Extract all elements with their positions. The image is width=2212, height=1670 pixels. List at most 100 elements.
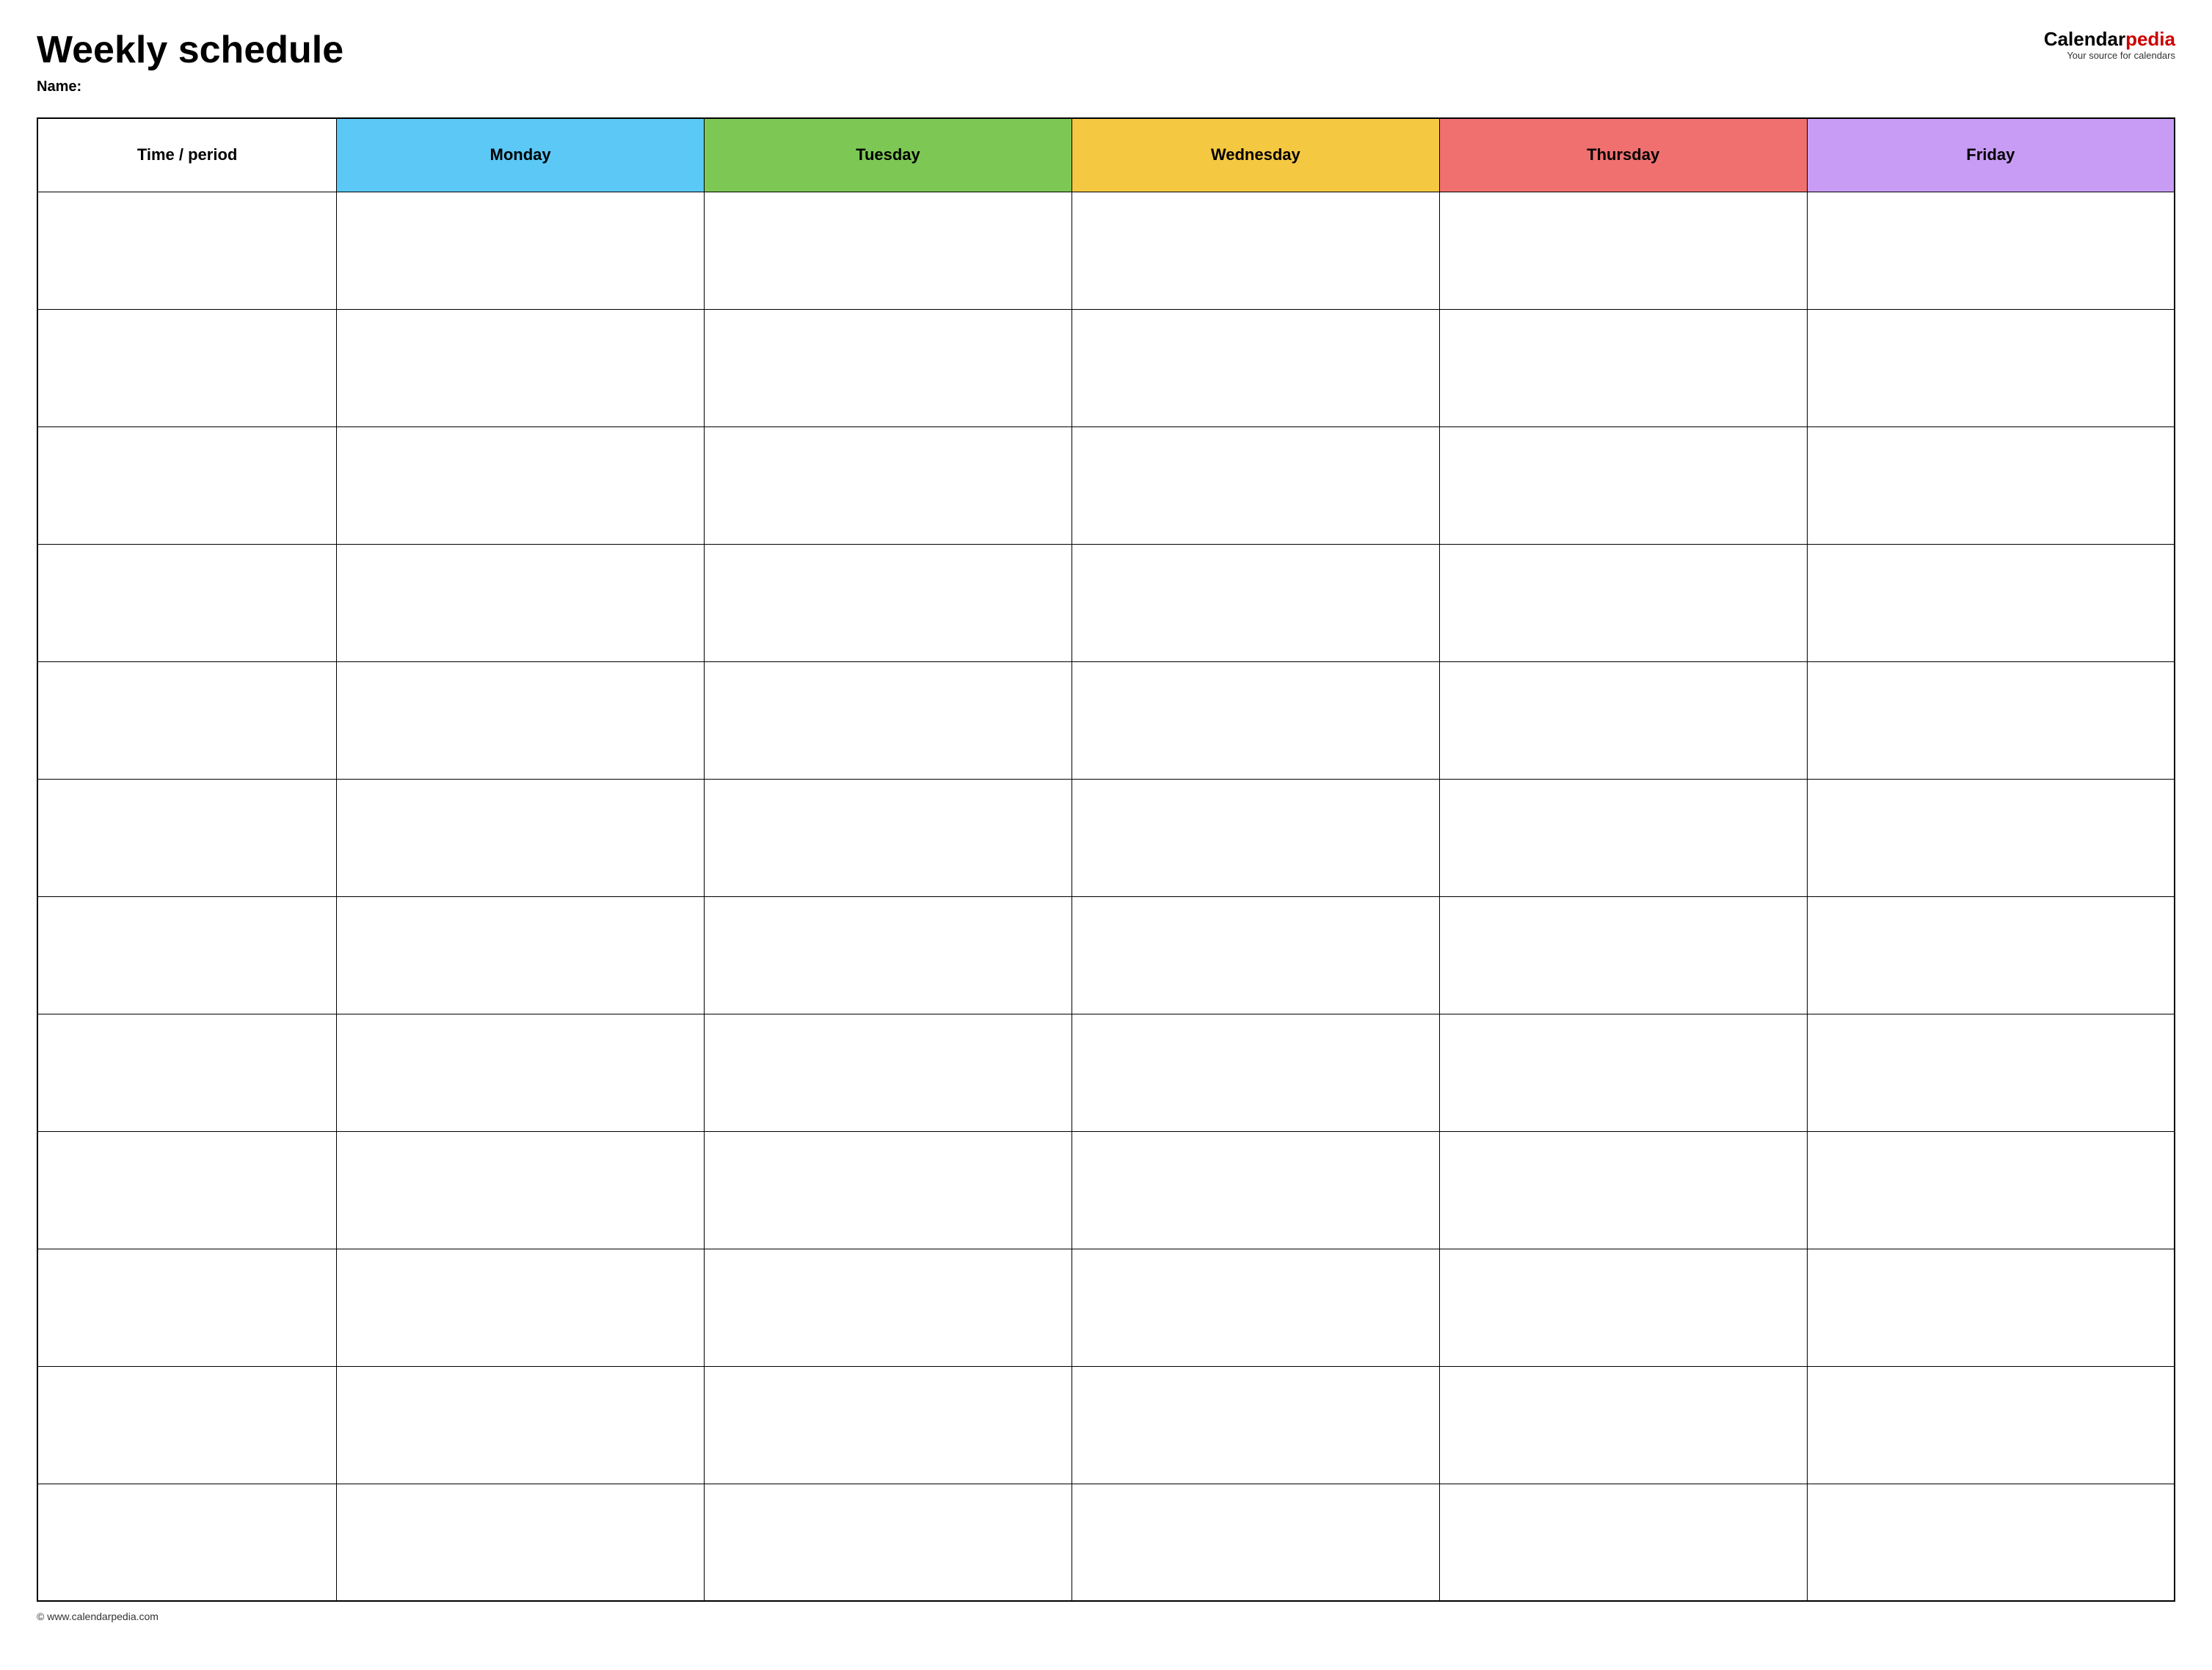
table-cell[interactable] [37, 1366, 337, 1484]
table-cell[interactable] [1807, 1014, 2175, 1131]
table-row [37, 1131, 2175, 1249]
table-cell[interactable] [705, 1014, 1072, 1131]
table-cell[interactable] [705, 309, 1072, 426]
table-cell[interactable] [337, 544, 705, 661]
title-section: Weekly schedule Name: [37, 29, 343, 95]
table-row [37, 1484, 2175, 1601]
table-cell[interactable] [705, 1484, 1072, 1601]
table-cell[interactable] [1072, 192, 1439, 309]
table-cell[interactable] [337, 1249, 705, 1366]
table-row [37, 1249, 2175, 1366]
table-cell[interactable] [705, 779, 1072, 896]
table-cell[interactable] [705, 1366, 1072, 1484]
table-cell[interactable] [1439, 1366, 1807, 1484]
table-cell[interactable] [37, 426, 337, 544]
table-cell[interactable] [337, 1366, 705, 1484]
name-label: Name: [37, 79, 343, 95]
page-title: Weekly schedule [37, 29, 343, 71]
table-row [37, 1366, 2175, 1484]
table-cell[interactable] [1807, 1249, 2175, 1366]
table-cell[interactable] [37, 192, 337, 309]
logo-pedia-part: pedia [2125, 28, 2175, 50]
table-cell[interactable] [705, 1131, 1072, 1249]
table-cell[interactable] [1072, 1249, 1439, 1366]
table-cell[interactable] [337, 426, 705, 544]
table-cell[interactable] [1072, 1014, 1439, 1131]
table-cell[interactable] [1807, 661, 2175, 779]
table-cell[interactable] [1439, 544, 1807, 661]
table-cell[interactable] [1807, 896, 2175, 1014]
table-row [37, 426, 2175, 544]
table-cell[interactable] [1439, 1249, 1807, 1366]
table-row [37, 309, 2175, 426]
table-cell[interactable] [37, 1131, 337, 1249]
table-cell[interactable] [1439, 1014, 1807, 1131]
table-cell[interactable] [37, 896, 337, 1014]
table-cell[interactable] [1072, 661, 1439, 779]
table-cell[interactable] [1807, 192, 2175, 309]
logo-text: Calendarpedia [2044, 29, 2175, 48]
header-area: Weekly schedule Name: Calendarpedia Your… [37, 29, 2175, 95]
table-cell[interactable] [337, 1484, 705, 1601]
table-cell[interactable] [1072, 779, 1439, 896]
table-cell[interactable] [1807, 309, 2175, 426]
table-cell[interactable] [1807, 1131, 2175, 1249]
table-cell[interactable] [337, 779, 705, 896]
table-row [37, 192, 2175, 309]
logo-calendar-part: Calendar [2044, 28, 2125, 50]
schedule-table: Time / period Monday Tuesday Wednesday T… [37, 117, 2175, 1602]
table-cell[interactable] [1439, 896, 1807, 1014]
table-cell[interactable] [1072, 1366, 1439, 1484]
table-row [37, 544, 2175, 661]
col-header-tuesday: Tuesday [705, 118, 1072, 192]
table-cell[interactable] [705, 192, 1072, 309]
table-cell[interactable] [1439, 1484, 1807, 1601]
footer-url: © www.calendarpedia.com [37, 1611, 159, 1622]
table-cell[interactable] [1072, 1484, 1439, 1601]
table-cell[interactable] [705, 896, 1072, 1014]
table-cell[interactable] [1072, 896, 1439, 1014]
table-cell[interactable] [1439, 1131, 1807, 1249]
table-cell[interactable] [37, 779, 337, 896]
table-cell[interactable] [1072, 1131, 1439, 1249]
col-header-monday: Monday [337, 118, 705, 192]
table-cell[interactable] [337, 1131, 705, 1249]
table-cell[interactable] [337, 192, 705, 309]
header-row: Time / period Monday Tuesday Wednesday T… [37, 118, 2175, 192]
table-row [37, 1014, 2175, 1131]
table-cell[interactable] [1807, 1366, 2175, 1484]
col-header-wednesday: Wednesday [1072, 118, 1439, 192]
table-cell[interactable] [1072, 426, 1439, 544]
table-cell[interactable] [37, 1484, 337, 1601]
table-cell[interactable] [1072, 544, 1439, 661]
table-cell[interactable] [337, 309, 705, 426]
footer: © www.calendarpedia.com [37, 1611, 2175, 1622]
table-cell[interactable] [1807, 426, 2175, 544]
table-cell[interactable] [37, 309, 337, 426]
table-cell[interactable] [705, 1249, 1072, 1366]
table-cell[interactable] [1439, 426, 1807, 544]
table-row [37, 661, 2175, 779]
table-cell[interactable] [1439, 779, 1807, 896]
table-cell[interactable] [37, 1014, 337, 1131]
table-cell[interactable] [1439, 309, 1807, 426]
table-cell[interactable] [1807, 544, 2175, 661]
table-row [37, 779, 2175, 896]
table-cell[interactable] [1807, 779, 2175, 896]
table-cell[interactable] [337, 661, 705, 779]
table-cell[interactable] [37, 661, 337, 779]
table-row [37, 896, 2175, 1014]
table-cell[interactable] [337, 896, 705, 1014]
table-cell[interactable] [37, 1249, 337, 1366]
table-cell[interactable] [705, 661, 1072, 779]
table-cell[interactable] [37, 544, 337, 661]
table-cell[interactable] [1807, 1484, 2175, 1601]
table-cell[interactable] [337, 1014, 705, 1131]
table-cell[interactable] [1439, 192, 1807, 309]
logo-tagline: Your source for calendars [2067, 50, 2175, 61]
table-cell[interactable] [705, 544, 1072, 661]
table-cell[interactable] [705, 426, 1072, 544]
col-header-thursday: Thursday [1439, 118, 1807, 192]
table-cell[interactable] [1439, 661, 1807, 779]
table-cell[interactable] [1072, 309, 1439, 426]
